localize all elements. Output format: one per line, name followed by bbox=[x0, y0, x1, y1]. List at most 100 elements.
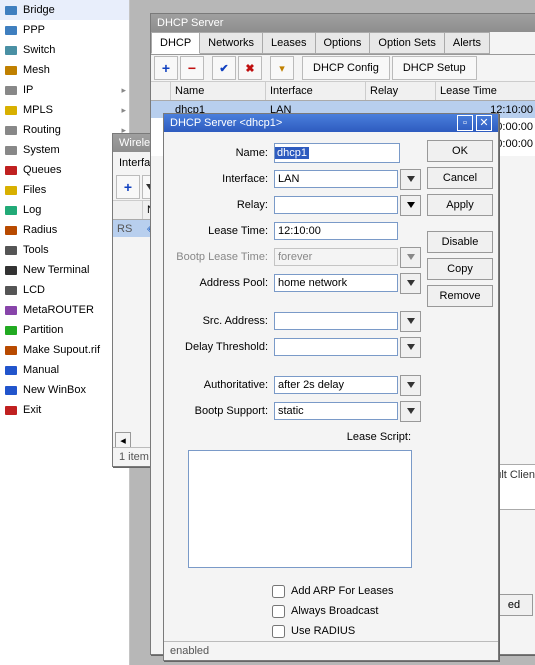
sidebar-item-newterminal[interactable]: New Terminal bbox=[0, 260, 129, 280]
dhcp-config-button[interactable]: DHCP Config bbox=[302, 56, 390, 80]
dialog-title-bar[interactable]: DHCP Server <dhcp1> ▫ ✕ bbox=[164, 114, 498, 132]
apply-button[interactable]: Apply bbox=[427, 194, 493, 216]
sidebar-icon bbox=[3, 182, 19, 198]
sidebar-item-label: Manual bbox=[23, 364, 59, 376]
delay-input[interactable] bbox=[274, 338, 398, 356]
sidebar-item-mpls[interactable]: MPLS▸ bbox=[0, 100, 129, 120]
relay-toggle[interactable] bbox=[400, 195, 421, 216]
auth-dropdown[interactable] bbox=[400, 375, 421, 396]
relay-input[interactable] bbox=[274, 196, 398, 214]
dhcp-tabs: DHCPNetworksLeasesOptionsOption SetsAler… bbox=[151, 32, 535, 55]
disable-button[interactable]: ✖ bbox=[238, 56, 262, 80]
support-dropdown[interactable] bbox=[400, 401, 421, 422]
sidebar-item-bridge[interactable]: Bridge bbox=[0, 0, 129, 20]
bootp-lease-label: Bootp Lease Time: bbox=[168, 251, 274, 263]
sidebar-icon bbox=[3, 262, 19, 278]
enable-button[interactable]: ✔ bbox=[212, 56, 236, 80]
sidebar-item-mesh[interactable]: Mesh bbox=[0, 60, 129, 80]
src-toggle[interactable] bbox=[400, 311, 421, 332]
tab-networks[interactable]: Networks bbox=[199, 32, 263, 54]
sidebar-item-partition[interactable]: Partition bbox=[0, 320, 129, 340]
remove-button[interactable]: − bbox=[180, 56, 204, 80]
pool-dropdown[interactable] bbox=[400, 273, 421, 294]
sidebar-item-files[interactable]: Files bbox=[0, 180, 129, 200]
sidebar-item-radius[interactable]: Radius bbox=[0, 220, 129, 240]
tab-options[interactable]: Options bbox=[315, 32, 371, 54]
name-input[interactable]: dhcp1 bbox=[274, 143, 400, 163]
sidebar-icon bbox=[3, 322, 19, 338]
pool-input[interactable] bbox=[274, 274, 398, 292]
tab-dhcp[interactable]: DHCP bbox=[151, 32, 200, 54]
sidebar-icon bbox=[3, 162, 19, 178]
col-lease[interactable]: Lease Time bbox=[436, 82, 535, 100]
sidebar-item-system[interactable]: System▸ bbox=[0, 140, 129, 160]
delay-toggle[interactable] bbox=[400, 337, 421, 358]
sidebar-item-makesupoutrif[interactable]: Make Supout.rif bbox=[0, 340, 129, 360]
col-relay[interactable]: Relay bbox=[366, 82, 436, 100]
bootp-lease-toggle[interactable] bbox=[400, 247, 421, 268]
lease-script-input[interactable] bbox=[188, 450, 412, 568]
col-name[interactable]: Name bbox=[171, 82, 266, 100]
sidebar-item-exit[interactable]: Exit bbox=[0, 400, 129, 420]
dhcp-dialog[interactable]: DHCP Server <dhcp1> ▫ ✕ Name: dhcp1 Inte… bbox=[163, 113, 499, 661]
sidebar-item-metarouter[interactable]: MetaROUTER bbox=[0, 300, 129, 320]
sidebar-item-ip[interactable]: IP▸ bbox=[0, 80, 129, 100]
support-label: Bootp Support: bbox=[168, 405, 274, 417]
sidebar-icon bbox=[3, 142, 19, 158]
sidebar-item-label: Routing bbox=[23, 124, 61, 136]
remove-button[interactable]: Remove bbox=[427, 285, 493, 307]
sidebar-icon bbox=[3, 2, 19, 18]
scroll-left[interactable]: ◂ bbox=[115, 432, 131, 448]
sidebar-icon bbox=[3, 42, 19, 58]
broadcast-checkbox[interactable]: Always Broadcast bbox=[272, 601, 421, 621]
sidebar-item-label: Switch bbox=[23, 44, 55, 56]
support-input[interactable] bbox=[274, 402, 398, 420]
sidebar: BridgePPP Switch MeshIP▸MPLS▸Routing▸Syste… bbox=[0, 0, 130, 665]
interface-input[interactable] bbox=[274, 170, 398, 188]
col-interface[interactable]: Interface bbox=[266, 82, 366, 100]
radius-checkbox[interactable]: Use RADIUS bbox=[272, 621, 421, 641]
auth-label: Authoritative: bbox=[168, 379, 274, 391]
close-icon[interactable]: ✕ bbox=[476, 115, 492, 131]
add-button[interactable]: + bbox=[116, 175, 140, 199]
src-input[interactable] bbox=[274, 312, 398, 330]
sidebar-item-lcd[interactable]: LCD bbox=[0, 280, 129, 300]
sidebar-icon bbox=[3, 122, 19, 138]
interface-dropdown[interactable] bbox=[400, 169, 421, 190]
sidebar-item-manual[interactable]: Manual bbox=[0, 360, 129, 380]
cancel-button[interactable]: Cancel bbox=[427, 167, 493, 189]
sidebar-item-label: MPLS bbox=[23, 104, 53, 116]
ok-button[interactable]: OK bbox=[427, 140, 493, 162]
sidebar-icon bbox=[3, 102, 19, 118]
sidebar-item-label: LCD bbox=[23, 284, 45, 296]
arp-checkbox[interactable]: Add ARP For Leases bbox=[272, 581, 421, 601]
dhcp-title-bar[interactable]: DHCP Server bbox=[151, 14, 535, 32]
sidebar-item-queues[interactable]: Queues bbox=[0, 160, 129, 180]
sidebar-item-label: Tools bbox=[23, 244, 49, 256]
tab-leases[interactable]: Leases bbox=[262, 32, 315, 54]
sidebar-item-newwinbox[interactable]: New WinBox bbox=[0, 380, 129, 400]
sidebar-item-routing[interactable]: Routing▸ bbox=[0, 120, 129, 140]
sidebar-item-tools[interactable]: Tools▸ bbox=[0, 240, 129, 260]
sidebar-item-switch[interactable]: Switch bbox=[0, 40, 129, 60]
sidebar-item-log[interactable]: Log bbox=[0, 200, 129, 220]
tab-optionsets[interactable]: Option Sets bbox=[369, 32, 444, 54]
disable-button[interactable]: Disable bbox=[427, 231, 493, 253]
copy-button[interactable]: Copy bbox=[427, 258, 493, 280]
dhcp-setup-button[interactable]: DHCP Setup bbox=[392, 56, 477, 80]
sidebar-item-label: Files bbox=[23, 184, 46, 196]
lease-input[interactable] bbox=[274, 222, 398, 240]
sidebar-icon bbox=[3, 342, 19, 358]
sidebar-icon bbox=[3, 362, 19, 378]
tab-alerts[interactable]: Alerts bbox=[444, 32, 490, 54]
clipped-button[interactable]: ed bbox=[495, 594, 533, 616]
minimize-icon[interactable]: ▫ bbox=[457, 115, 473, 131]
add-button[interactable]: + bbox=[154, 56, 178, 80]
sidebar-item-ppp[interactable]: PPP bbox=[0, 20, 129, 40]
relay-label: Relay: bbox=[168, 199, 274, 211]
filter-button[interactable]: ▾ bbox=[270, 56, 294, 80]
row-flag: RS bbox=[113, 223, 143, 235]
src-label: Src. Address: bbox=[168, 315, 274, 327]
sidebar-icon bbox=[3, 282, 19, 298]
auth-input[interactable] bbox=[274, 376, 398, 394]
